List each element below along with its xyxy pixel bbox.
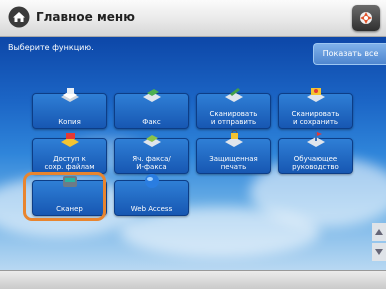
scroll-up-button[interactable] <box>372 223 386 241</box>
scan-send-icon <box>225 88 243 102</box>
function-label: Яч. факса/ И-факса <box>132 155 171 171</box>
settings-button[interactable] <box>352 5 380 31</box>
web-access-icon <box>145 174 159 188</box>
stored-files-icon <box>61 133 79 147</box>
function-label: Факс <box>142 118 161 126</box>
function-label: Обучающее руководство <box>292 155 339 171</box>
fax-icon <box>143 89 161 102</box>
function-web-access-button[interactable]: Web Access <box>114 174 189 216</box>
function-label: Доступ к сохр. файлам <box>44 155 95 171</box>
settings-icon <box>360 12 372 24</box>
instruction-text: Выберите функцию. <box>8 43 94 52</box>
page-title: Главное меню <box>36 10 135 24</box>
function-fax-inbox-button[interactable]: Яч. факса/ И-факса <box>114 135 189 174</box>
secure-print-icon <box>225 130 243 147</box>
function-label: Защищенная печать <box>209 155 258 171</box>
show-all-button[interactable]: Показать все <box>313 43 386 65</box>
function-scan-store-button[interactable]: Сканировать и сохранить <box>278 88 353 129</box>
function-copy-button[interactable]: Копия <box>32 88 107 129</box>
function-label: Web Access <box>130 205 173 213</box>
function-label: Сканировать и отправить <box>209 110 258 126</box>
function-label: Копия <box>58 118 81 126</box>
function-label: Сканировать и сохранить <box>291 110 340 126</box>
function-stored-files-button[interactable]: Доступ к сохр. файлам <box>32 133 107 174</box>
function-fax-button[interactable]: Факс <box>114 89 189 129</box>
scan-store-icon <box>307 88 325 102</box>
function-area: Выберите функцию. Показать все Копия Фак… <box>0 37 386 270</box>
copy-icon <box>61 88 79 102</box>
status-bar <box>0 270 386 289</box>
function-secure-print-button[interactable]: Защищенная печать <box>196 130 271 174</box>
scroll-down-button[interactable] <box>372 243 386 261</box>
home-icon <box>8 6 30 28</box>
fax-inbox-icon <box>143 135 161 147</box>
selected-function-highlight <box>23 172 106 221</box>
title-bar: Главное меню <box>0 0 386 37</box>
function-tutorial-button[interactable]: Обучающее руководство <box>278 132 353 174</box>
function-scan-send-button[interactable]: Сканировать и отправить <box>196 88 271 129</box>
screen: Главное меню Выберите функцию. Показать … <box>0 0 386 289</box>
tutorial-icon <box>307 132 325 147</box>
